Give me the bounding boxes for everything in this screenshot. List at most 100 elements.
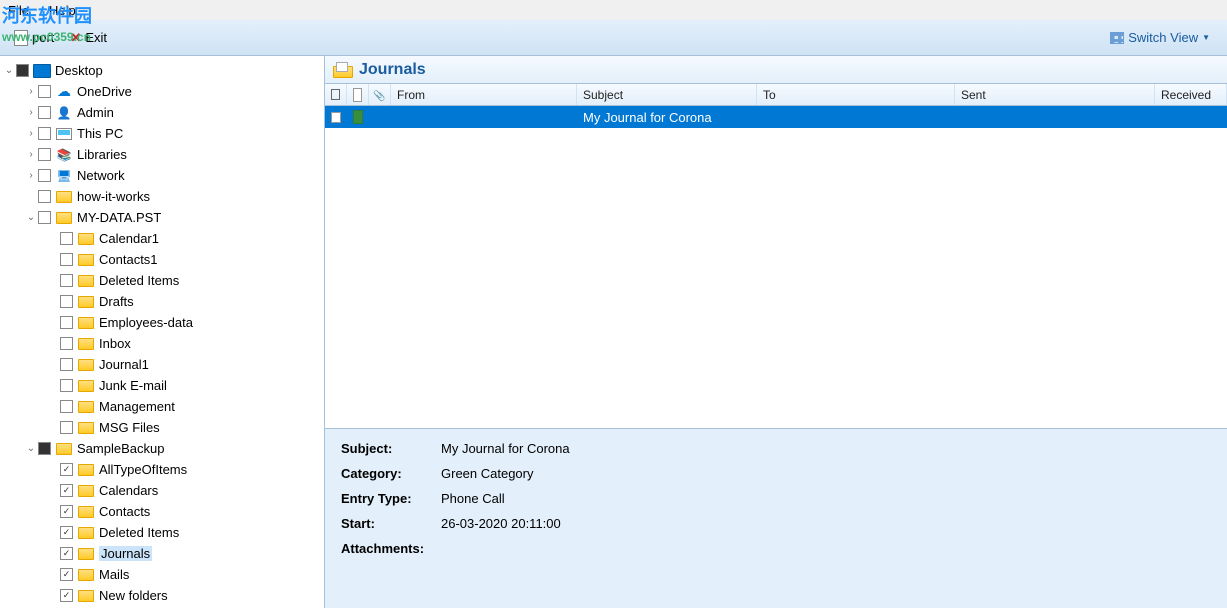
folder-icon (78, 254, 94, 266)
tree-item[interactable]: Employees-data (0, 312, 324, 333)
tree-item[interactable]: ✓ Deleted Items (0, 522, 324, 543)
onedrive-icon (55, 84, 73, 100)
checkbox[interactable]: ✓ (60, 547, 73, 560)
checkbox[interactable] (16, 64, 29, 77)
tree-item-network[interactable]: › Network (0, 165, 324, 186)
tree-label: Journal1 (99, 357, 149, 372)
checkbox[interactable] (60, 316, 73, 329)
grid-icon (1110, 32, 1124, 44)
export-button[interactable]: port (8, 28, 60, 48)
list-row[interactable]: My Journal for Corona (325, 106, 1227, 128)
collapse-icon[interactable]: ⌄ (2, 65, 16, 76)
header-attachment[interactable] (369, 84, 391, 105)
tree-item[interactable]: Contacts1 (0, 249, 324, 270)
exit-button[interactable]: ✕ Exit (64, 28, 113, 48)
column-subject[interactable]: Subject (577, 84, 757, 105)
checkbox[interactable]: ✓ (60, 568, 73, 581)
tree-item-samplebackup[interactable]: ⌄ SampleBackup (0, 438, 324, 459)
row-subject: My Journal for Corona (577, 106, 757, 128)
menu-help[interactable]: Help (49, 3, 76, 18)
tree-label: Admin (77, 105, 114, 120)
tree-item-libraries[interactable]: › Libraries (0, 144, 324, 165)
tree-label: Calendar1 (99, 231, 159, 246)
checkbox[interactable] (60, 232, 73, 245)
tree-item[interactable]: ✓AllTypeOfItems (0, 459, 324, 480)
expand-icon[interactable]: › (24, 86, 38, 97)
tree-label: how-it-works (77, 189, 150, 204)
tree-item[interactable]: Junk E-mail (0, 375, 324, 396)
tree-item[interactable]: Deleted Items (0, 270, 324, 291)
checkbox[interactable] (60, 421, 73, 434)
preview-start-label: Start: (341, 516, 441, 531)
tree-label: Deleted Items (99, 273, 179, 288)
tree-item[interactable]: ✓Contacts (0, 501, 324, 522)
tree-item-mydatapst[interactable]: ⌄ MY-DATA.PST (0, 207, 324, 228)
checkbox[interactable] (38, 211, 51, 224)
preview-entrytype-label: Entry Type: (341, 491, 441, 506)
tree-label: Drafts (99, 294, 134, 309)
folder-icon (78, 485, 94, 497)
tree-item-admin[interactable]: › Admin (0, 102, 324, 123)
checkbox[interactable]: ✓ (60, 526, 73, 539)
checkbox[interactable] (60, 337, 73, 350)
checkbox[interactable] (38, 85, 51, 98)
checkbox[interactable] (60, 358, 73, 371)
expand-icon[interactable]: › (24, 149, 38, 160)
checkbox[interactable] (60, 295, 73, 308)
collapse-icon[interactable]: ⌄ (24, 443, 38, 454)
tree-item-desktop[interactable]: ⌄ Desktop (0, 60, 324, 81)
checkbox[interactable]: ✓ (60, 484, 73, 497)
tree-label: Deleted Items (99, 525, 179, 540)
checkbox[interactable] (60, 379, 73, 392)
column-to[interactable]: To (757, 84, 955, 105)
checkbox[interactable]: ✓ (60, 589, 73, 602)
folder-icon (78, 275, 94, 287)
checkbox[interactable] (60, 400, 73, 413)
checkbox[interactable] (38, 190, 51, 203)
checkbox[interactable] (38, 442, 51, 455)
folder-icon (56, 212, 72, 224)
folder-icon (78, 422, 94, 434)
expand-icon[interactable]: › (24, 107, 38, 118)
checkbox[interactable] (38, 148, 51, 161)
tree-label: Management (99, 399, 175, 414)
column-received[interactable]: Received (1155, 84, 1227, 105)
panel-header: Journals (325, 56, 1227, 84)
checkbox[interactable]: ✓ (60, 505, 73, 518)
checkbox[interactable] (60, 253, 73, 266)
preview-subject-label: Subject: (341, 441, 441, 456)
close-icon: ✕ (70, 30, 81, 46)
tree-item[interactable]: ✓New folders (0, 585, 324, 606)
tree-item[interactable]: ✓Mails (0, 564, 324, 585)
header-checkbox[interactable] (325, 84, 347, 105)
folder-tree[interactable]: ⌄ Desktop › OneDrive › Admin › This PC › (0, 56, 325, 608)
row-checkbox[interactable] (331, 112, 341, 123)
tree-item[interactable]: Management (0, 396, 324, 417)
tree-item[interactable]: Journal1 (0, 354, 324, 375)
switch-view-button[interactable]: Switch View ▼ (1101, 27, 1219, 48)
tree-item-thispc[interactable]: › This PC (0, 123, 324, 144)
checkbox[interactable] (60, 274, 73, 287)
tree-item[interactable]: Calendar1 (0, 228, 324, 249)
tree-item[interactable]: ✓Journals (0, 543, 324, 564)
menu-file[interactable]: File (8, 3, 29, 18)
tree-item-onedrive[interactable]: › OneDrive (0, 81, 324, 102)
column-sent[interactable]: Sent (955, 84, 1155, 105)
tree-item[interactable]: MSG Files (0, 417, 324, 438)
tree-item-howitworks[interactable]: how-it-works (0, 186, 324, 207)
checkbox[interactable] (38, 106, 51, 119)
item-list[interactable]: My Journal for Corona (325, 106, 1227, 428)
checkbox[interactable] (38, 169, 51, 182)
toolbar: port ✕ Exit Switch View ▼ (0, 20, 1227, 56)
collapse-icon[interactable]: ⌄ (24, 212, 38, 223)
expand-icon[interactable]: › (24, 170, 38, 181)
column-from[interactable]: From (391, 84, 577, 105)
tree-item[interactable]: Drafts (0, 291, 324, 312)
tree-item[interactable]: ✓Calendars (0, 480, 324, 501)
menu-bar: File Help (0, 0, 1227, 20)
checkbox[interactable]: ✓ (60, 463, 73, 476)
tree-item[interactable]: Inbox (0, 333, 324, 354)
preview-start: 26-03-2020 20:11:00 (441, 516, 561, 531)
checkbox[interactable] (38, 127, 51, 140)
expand-icon[interactable]: › (24, 128, 38, 139)
